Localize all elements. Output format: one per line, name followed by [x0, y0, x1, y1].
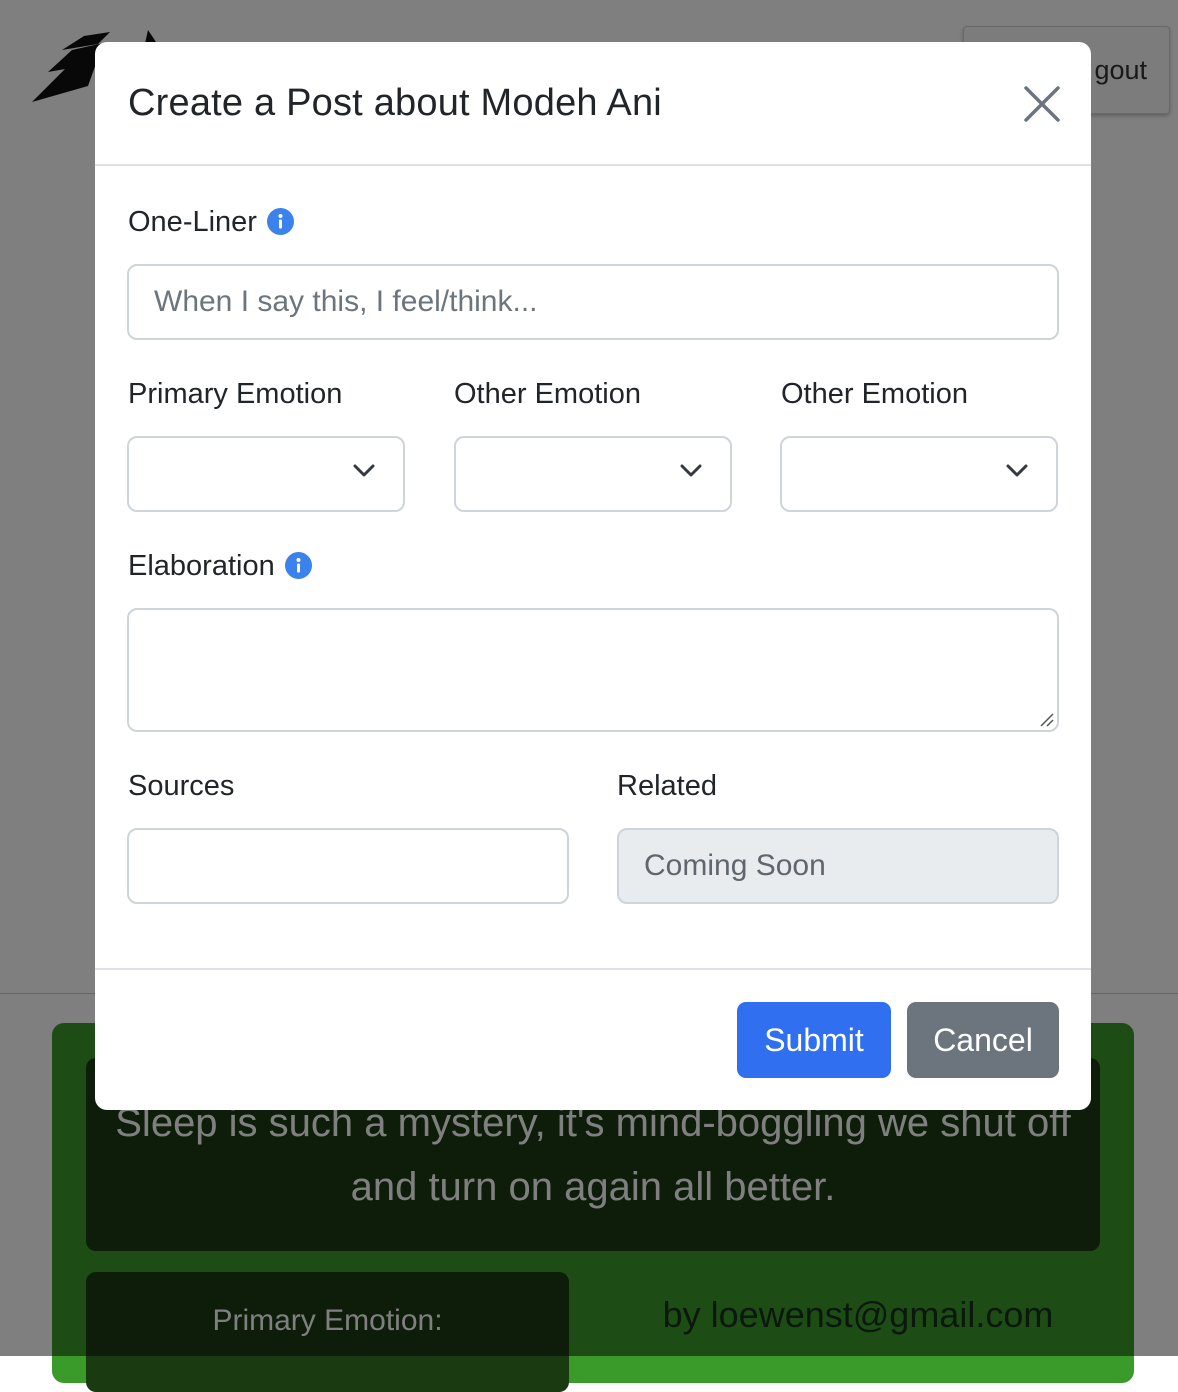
chevron-down-icon	[680, 464, 702, 477]
elaboration-label: Elaboration	[128, 550, 275, 582]
primary-emotion-label: Primary Emotion	[128, 378, 343, 410]
info-icon[interactable]	[266, 207, 294, 235]
other-emotion-select-1[interactable]	[454, 436, 732, 512]
close-icon	[1024, 86, 1060, 122]
create-post-modal: Create a Post about Modeh Ani One-Liner …	[95, 42, 1091, 1110]
modal-title: Create a Post about Modeh Ani	[128, 82, 662, 124]
modal-header: Create a Post about Modeh Ani	[95, 42, 1091, 166]
elaboration-textarea[interactable]	[127, 608, 1059, 732]
resize-grip-icon[interactable]	[1038, 711, 1054, 727]
related-label: Related	[617, 770, 717, 802]
other-emotion-select-2[interactable]	[780, 436, 1058, 512]
one-liner-label-row: One-Liner	[128, 206, 294, 239]
close-button[interactable]	[1022, 84, 1062, 124]
primary-emotion-select[interactable]	[127, 436, 405, 512]
submit-button[interactable]: Submit	[737, 1002, 891, 1078]
sources-input[interactable]	[127, 828, 569, 904]
cancel-button[interactable]: Cancel	[907, 1002, 1059, 1078]
elaboration-label-row: Elaboration	[128, 550, 312, 583]
related-input	[617, 828, 1059, 904]
modal-footer-divider	[95, 968, 1091, 970]
chevron-down-icon	[353, 464, 375, 477]
chevron-down-icon	[1006, 464, 1028, 477]
sources-label: Sources	[128, 770, 235, 802]
other-emotion-label-2: Other Emotion	[781, 378, 968, 410]
one-liner-input[interactable]	[127, 264, 1059, 340]
one-liner-label: One-Liner	[128, 206, 257, 238]
other-emotion-label-1: Other Emotion	[454, 378, 641, 410]
info-icon[interactable]	[284, 551, 312, 579]
